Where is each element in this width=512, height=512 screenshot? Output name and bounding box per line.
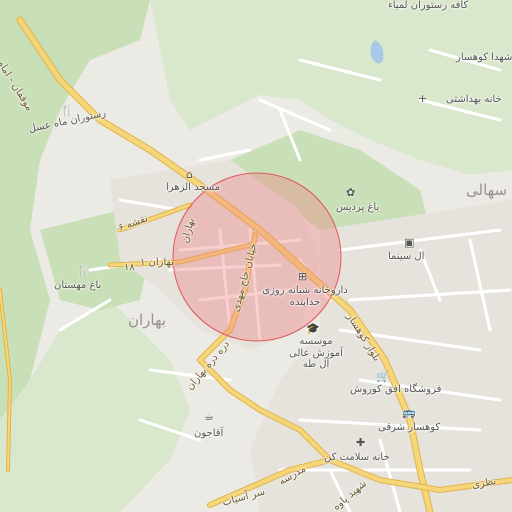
area-label-baharan: بهاران [128, 311, 167, 329]
poi-label-institute[interactable]: موسسه آموزش عالی آل طه [286, 336, 346, 371]
restaurant-icon-2: 🍴 [76, 264, 90, 277]
area-label-sohali: سهالی [466, 181, 508, 199]
road-label-18: ۱۸ [124, 262, 135, 273]
poi-label-pharmacy[interactable]: داروخانه شبانه روزی خداینده [262, 285, 348, 308]
education-icon: 🎓 [306, 322, 320, 335]
hospital-icon: ✚ [356, 436, 366, 449]
poi-label-health-house[interactable]: خانه بهداشتی [446, 94, 502, 106]
search-radius-circle [172, 172, 342, 342]
poi-label-kohsar-east[interactable]: کوهسار شرقی [378, 422, 440, 434]
shop-icon: 🛒 [376, 370, 390, 383]
poi-label-salamat[interactable]: خانه سلامت کن [324, 452, 390, 464]
cafe-icon: ☕ [204, 410, 214, 423]
map-canvas[interactable]: بهاران سهالی موقفان - امام نقشه ۶ بهاران… [0, 0, 512, 512]
poi-label-pardis-garden[interactable]: باغ پردیس [336, 202, 379, 214]
road-label-baharan-1: بهاران ۱ [140, 257, 174, 268]
mosque-icon: ⌂ [186, 168, 193, 181]
poi-label-mahestan-garden[interactable]: باغ مهستان [54, 280, 101, 292]
pharmacy-icon: ⊞ [298, 270, 308, 283]
poi-label-kohsar-shop[interactable]: فروشگاه افق کوروش [350, 384, 441, 396]
poi-label-aghajoon[interactable]: آقاجون [194, 428, 223, 440]
cinema-icon: ▣ [404, 236, 415, 249]
poi-label-el-cinema[interactable]: ال سینما [388, 251, 424, 263]
garden-icon: ✿ [346, 186, 356, 199]
poi-label-zahra-mosque[interactable]: مسجد الزهرا [166, 182, 220, 194]
plus-icon: + [418, 92, 428, 105]
poi-label-lamiya-cafe[interactable]: کافه رستوران لمیاء [388, 0, 468, 12]
bus-icon: 🚌 [402, 406, 416, 419]
poi-label-kohsar-shohada[interactable]: شهدا کوهسار [456, 52, 512, 64]
